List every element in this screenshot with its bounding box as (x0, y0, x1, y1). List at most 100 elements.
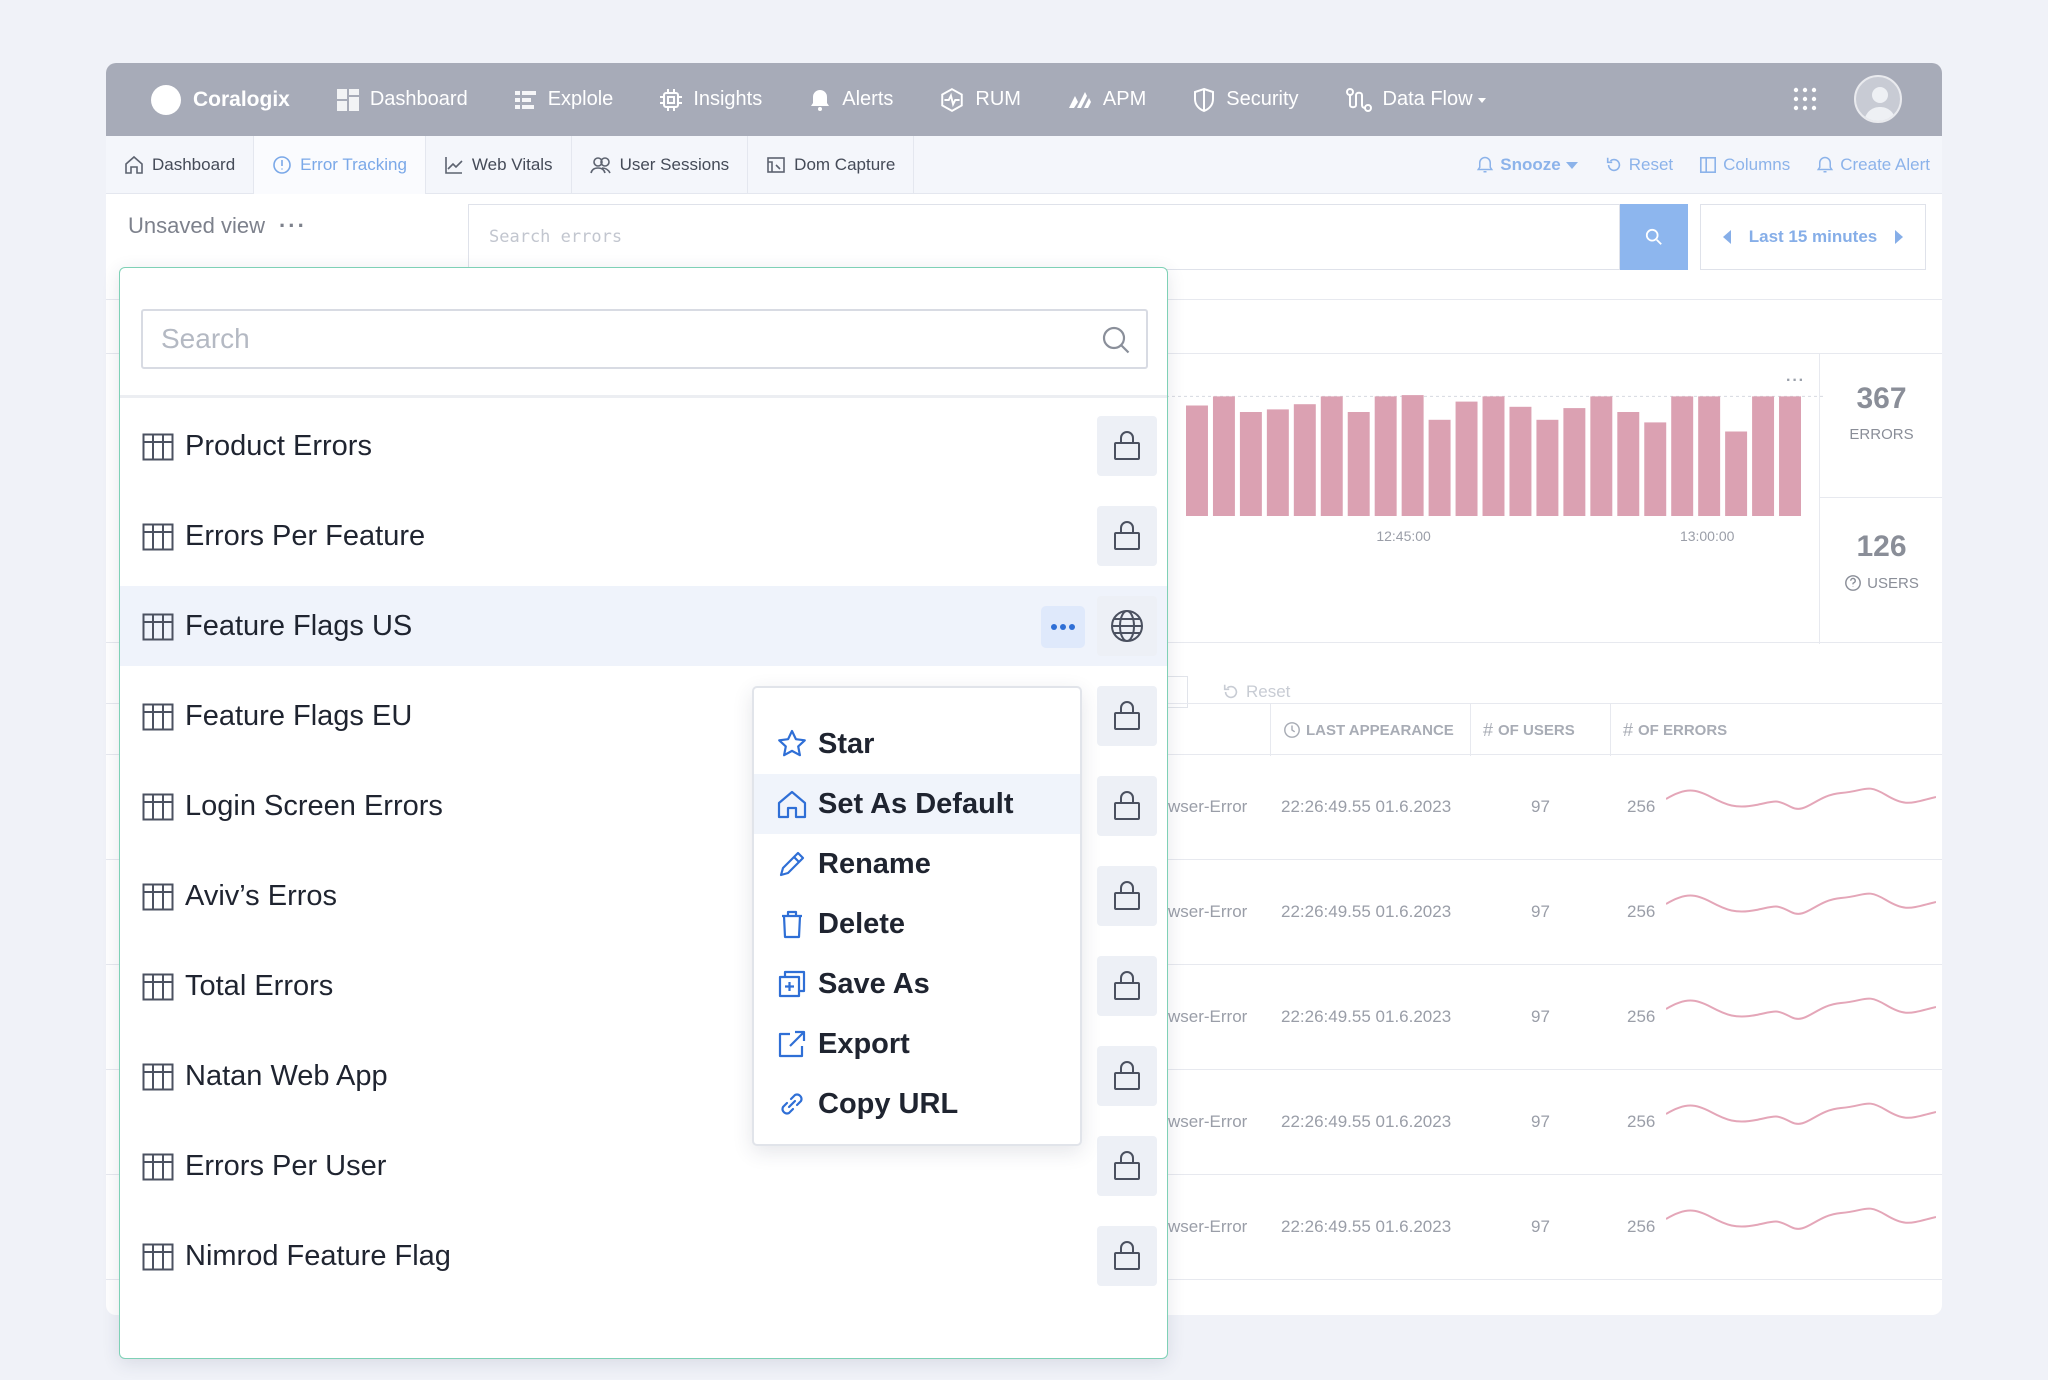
apps-grid-icon[interactable] (1792, 86, 1818, 112)
view-title[interactable]: Unsaved view ··· (128, 213, 307, 239)
saved-view-row[interactable]: Errors Per Feature (120, 496, 1167, 576)
bell-icon (1477, 156, 1494, 173)
chart-bar[interactable] (1266, 409, 1289, 516)
nav-item-explore[interactable]: Explole (514, 88, 613, 112)
brand-logo[interactable]: Coralogix (151, 84, 290, 115)
create-alert-button[interactable]: Create Alert (1816, 155, 1930, 175)
table-view-icon (142, 613, 174, 641)
saved-view-row[interactable]: Product Errors (120, 406, 1167, 486)
errors-cell: 256 (1627, 1217, 1656, 1236)
column-label: OF ERRORS (1638, 721, 1728, 739)
chart-bar[interactable] (1347, 412, 1370, 516)
menu-item-save-as[interactable]: Save As (754, 954, 1080, 1014)
saved-view-row[interactable]: Nimrod Feature Flag (120, 1216, 1167, 1296)
chart-bar[interactable] (1563, 408, 1586, 516)
view-title-label: Unsaved view (128, 213, 265, 238)
prev-range-icon[interactable] (1723, 230, 1731, 244)
chart-bar[interactable] (1455, 401, 1478, 516)
table-view-icon (142, 1153, 174, 1181)
chart-bar[interactable] (1698, 396, 1721, 516)
apm-icon (1068, 91, 1091, 108)
error-type-cell: wser-Error (1168, 797, 1248, 816)
tab-label: Error Tracking (300, 154, 407, 174)
view-visibility-button[interactable] (1097, 596, 1157, 656)
chart-bar[interactable] (1186, 405, 1208, 517)
last-appearance-cell: 22:26:49.55 01.6.2023 (1281, 902, 1452, 921)
chart-bar[interactable] (1725, 431, 1748, 517)
chart-bar[interactable] (1212, 396, 1235, 516)
chart-bar[interactable] (1590, 396, 1613, 516)
reset-button[interactable]: Reset (1605, 155, 1673, 175)
column-last-appearance[interactable]: LAST APPEARANCE (1270, 704, 1470, 756)
tab-dom-capture[interactable]: Dom Capture (748, 135, 915, 194)
search-errors-input[interactable]: Search errors (468, 204, 1620, 270)
view-more-button[interactable] (1041, 606, 1085, 648)
nav-item-security[interactable]: Security (1192, 87, 1299, 113)
search-icon (1102, 326, 1130, 354)
view-visibility-button[interactable] (1097, 506, 1157, 566)
menu-item-copy-url[interactable]: Copy URL (754, 1074, 1080, 1134)
nav-item-apm[interactable]: APM (1067, 88, 1146, 112)
chart-bar[interactable] (1752, 396, 1775, 516)
chart-bar[interactable] (1374, 396, 1397, 516)
chart-bar[interactable] (1779, 396, 1801, 516)
view-visibility-button[interactable] (1097, 866, 1157, 926)
saved-view-name: Errors Per Feature (185, 519, 426, 552)
chart-bar[interactable] (1482, 396, 1505, 516)
kpi-errors-value: 367 (1856, 382, 1907, 415)
menu-item-rename[interactable]: Rename (754, 834, 1080, 894)
saved-view-name: Aviv’s Erros (185, 879, 338, 912)
tab-web-vitals[interactable]: Web Vitals (426, 135, 572, 194)
chart-bar[interactable] (1293, 404, 1316, 516)
menu-item-set-as-default[interactable]: Set As Default (754, 774, 1080, 834)
columns-button[interactable]: Columns (1699, 155, 1790, 175)
chart-bar[interactable] (1239, 412, 1262, 516)
user-avatar[interactable] (1854, 75, 1902, 123)
time-range-picker[interactable]: Last 15 minutes (1700, 204, 1926, 270)
nav-item-dashboard[interactable]: Dashboard (336, 88, 468, 112)
nav-item-data-flow[interactable]: Data Flow (1345, 87, 1487, 113)
views-search-input[interactable]: Search (141, 309, 1148, 369)
tab-error-tracking[interactable]: Error Tracking (254, 135, 426, 194)
view-visibility-button[interactable] (1097, 776, 1157, 836)
view-visibility-button[interactable] (1097, 956, 1157, 1016)
nav-item-alerts[interactable]: Alerts (808, 88, 893, 112)
view-visibility-button[interactable] (1097, 1046, 1157, 1106)
users-cell: 97 (1531, 1217, 1550, 1236)
nav-item-insights[interactable]: Insights (659, 88, 762, 112)
menu-item-export[interactable]: Export (754, 1014, 1080, 1074)
last-appearance-cell: 22:26:49.55 01.6.2023 (1281, 797, 1452, 816)
chart-bar[interactable] (1401, 395, 1424, 516)
lock-icon (1114, 1151, 1140, 1180)
chart-bar[interactable] (1536, 419, 1559, 516)
kpi-users-label-row: USERS (1820, 574, 1942, 592)
view-visibility-button[interactable] (1097, 686, 1157, 746)
chart-bar[interactable] (1644, 422, 1667, 516)
search-button[interactable] (1620, 204, 1688, 270)
saved-view-row[interactable]: Feature Flags US (120, 586, 1167, 666)
kpi-users-label: USERS (1867, 574, 1919, 592)
view-visibility-button[interactable] (1097, 1136, 1157, 1196)
view-visibility-button[interactable] (1097, 1226, 1157, 1286)
chart-bar[interactable] (1509, 406, 1532, 516)
snooze-button[interactable]: Snooze (1476, 155, 1578, 175)
view-more-icon[interactable]: ··· (279, 213, 307, 239)
tab-user-sessions[interactable]: User Sessions (572, 135, 749, 194)
nav-item-rum[interactable]: RUM (939, 87, 1021, 113)
chart-bar[interactable] (1671, 396, 1694, 516)
filter-reset-button[interactable]: Reset (1246, 682, 1290, 702)
more-dots-icon (1051, 624, 1075, 630)
next-range-icon[interactable] (1895, 230, 1903, 244)
chart-bar[interactable] (1428, 419, 1451, 516)
chart-bar[interactable] (1320, 396, 1343, 516)
tab-dashboard[interactable]: Dashboard (106, 135, 255, 194)
menu-item-star[interactable]: Star (754, 714, 1080, 774)
column-errors[interactable]: # OF ERRORS (1610, 704, 1942, 756)
chart-bar[interactable] (1617, 412, 1640, 516)
view-visibility-button[interactable] (1097, 416, 1157, 476)
caret-down-icon (1477, 97, 1486, 103)
column-users[interactable]: # OF USERS (1470, 704, 1610, 756)
chart-more-icon[interactable]: ··· (1786, 372, 1805, 390)
saved-view-name: Nimrod Feature Flag (185, 1239, 451, 1272)
menu-item-delete[interactable]: Delete (754, 894, 1080, 954)
